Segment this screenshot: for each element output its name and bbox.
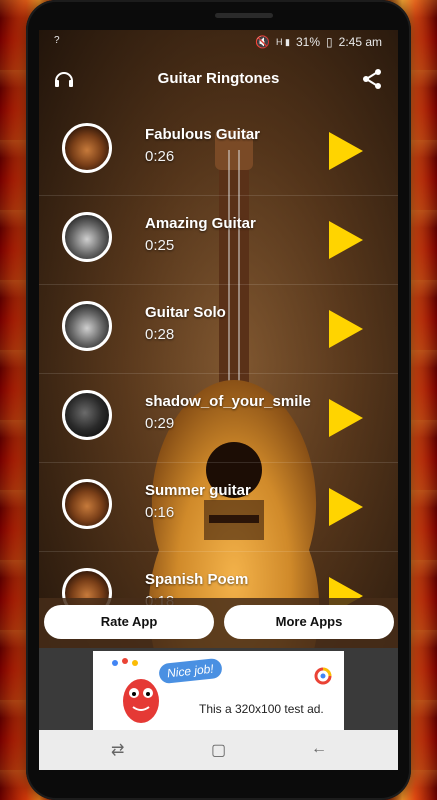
ringtone-duration: 0:25 — [145, 237, 175, 254]
ringtone-thumbnail — [62, 212, 112, 262]
rate-app-button[interactable]: Rate App — [44, 605, 214, 639]
list-item[interactable]: Summer guitar 0:16 — [39, 464, 398, 552]
ad-text: This a 320x100 test ad. — [199, 702, 324, 716]
system-nav-bar: ⇄ ▢ ← — [39, 730, 398, 770]
ringtone-thumbnail — [62, 301, 112, 351]
app-bar: Guitar Ringtones — [39, 64, 398, 94]
ringtone-name: Fabulous Guitar — [145, 126, 261, 143]
divider — [39, 284, 398, 285]
signal-icon: ? — [54, 35, 60, 46]
battery-percent: 31% — [296, 35, 321, 49]
play-icon[interactable] — [329, 399, 363, 437]
share-icon[interactable] — [360, 67, 384, 96]
ringtone-thumbnail — [62, 123, 112, 173]
list-item[interactable]: Guitar Solo 0:28 — [39, 286, 398, 374]
divider — [39, 462, 398, 463]
ringtone-name: Summer guitar — [145, 482, 251, 499]
battery-icon: ▯ — [326, 35, 333, 49]
ringtone-thumbnail — [62, 390, 112, 440]
clock: 2:45 am — [338, 35, 382, 49]
network-icon: H ▮ — [276, 36, 290, 47]
page-title: Guitar Ringtones — [157, 70, 280, 87]
list-item[interactable]: shadow_of_your_smile 0:29 — [39, 375, 398, 463]
bottom-button-bar: Rate App More Apps — [39, 598, 398, 648]
ad-choices-icon[interactable] — [312, 665, 334, 687]
play-icon[interactable] — [329, 488, 363, 526]
ringtone-thumbnail — [62, 479, 112, 529]
ringtone-name: Spanish Poem — [145, 571, 249, 588]
ringtone-duration: 0:16 — [145, 504, 175, 521]
play-icon[interactable] — [329, 310, 363, 348]
earpiece — [215, 13, 273, 18]
recents-icon[interactable]: ⇄ — [111, 740, 124, 760]
back-icon[interactable]: ← — [311, 740, 327, 758]
play-icon[interactable] — [329, 132, 363, 170]
app-screen: ? 🔇 H ▮ 31% ▯ 2:45 am Guitar Ringtones F… — [39, 30, 398, 770]
status-bar: ? 🔇 H ▮ 31% ▯ 2:45 am — [39, 30, 398, 54]
ringtone-duration: 0:26 — [145, 148, 175, 165]
ringtone-duration: 0:28 — [145, 326, 175, 343]
ad-content[interactable]: Nice job! This a 320x100 test ad. — [93, 651, 344, 730]
ringtone-duration: 0:29 — [145, 415, 175, 432]
ringtone-name: Amazing Guitar — [145, 215, 256, 232]
list-item[interactable]: Fabulous Guitar 0:26 — [39, 108, 398, 196]
home-icon[interactable]: ▢ — [211, 740, 226, 760]
play-icon[interactable] — [329, 221, 363, 259]
divider — [39, 195, 398, 196]
ringtone-name: shadow_of_your_smile — [145, 393, 311, 410]
ad-banner[interactable]: Nice job! This a 320x100 test ad. — [39, 648, 398, 730]
divider — [39, 373, 398, 374]
mute-icon: 🔇 — [255, 35, 271, 49]
ringtone-list: Fabulous Guitar 0:26 Amazing Guitar 0:25… — [39, 108, 398, 628]
more-apps-button[interactable]: More Apps — [224, 605, 394, 639]
list-item[interactable]: Amazing Guitar 0:25 — [39, 197, 398, 285]
divider — [39, 551, 398, 552]
ringtone-name: Guitar Solo — [145, 304, 226, 321]
